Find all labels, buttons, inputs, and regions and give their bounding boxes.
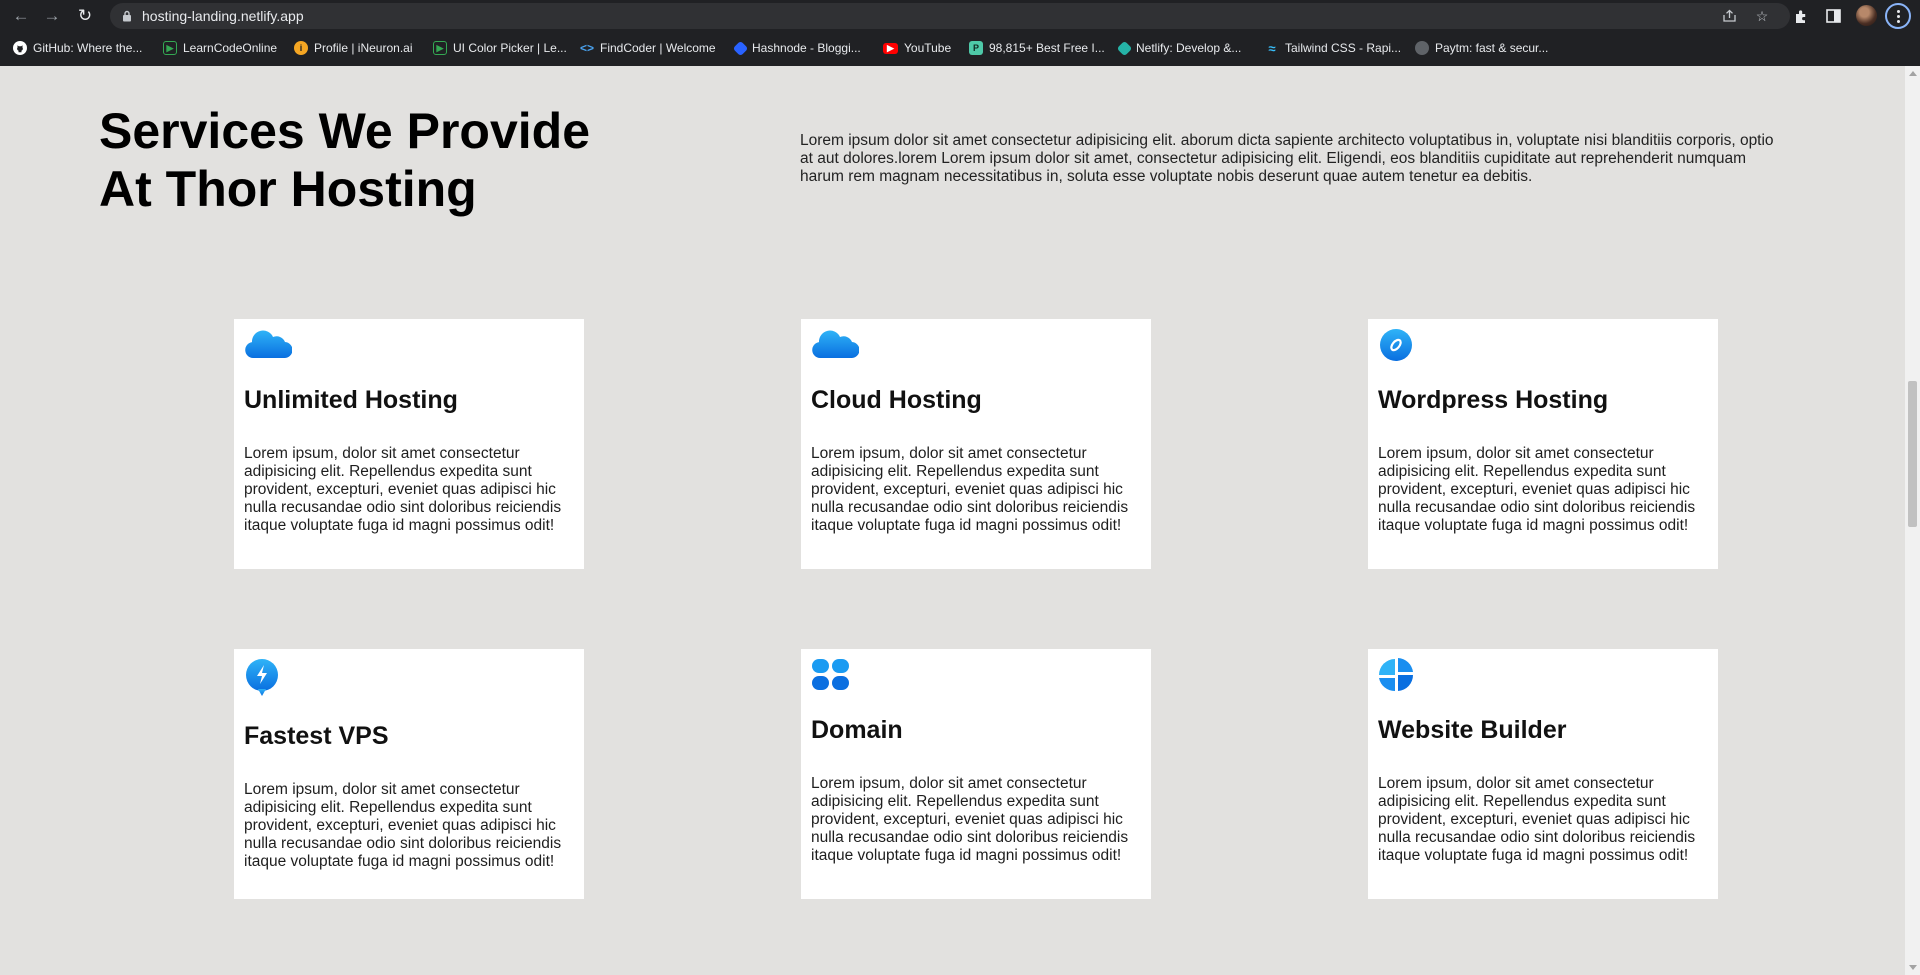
bookmark-item[interactable]: ▶ UI Color Picker | Le... bbox=[433, 39, 567, 57]
freepik-icon: P bbox=[969, 41, 983, 55]
service-description: Lorem ipsum, dolor sit amet consectetur … bbox=[244, 445, 562, 534]
browser-chrome: ← → ↻ hosting-landing.netlify.app ☆ GitH… bbox=[0, 0, 1920, 66]
scroll-down-icon[interactable] bbox=[1909, 965, 1917, 970]
lock-icon bbox=[123, 10, 131, 22]
service-title: Cloud Hosting bbox=[811, 386, 982, 414]
share-icon[interactable] bbox=[1720, 7, 1738, 25]
bookmark-item[interactable]: P 98,815+ Best Free I... bbox=[969, 39, 1105, 57]
extensions-icon[interactable] bbox=[1790, 5, 1812, 27]
service-card-fastest-vps: Fastest VPS Lorem ipsum, dolor sit amet … bbox=[234, 649, 584, 899]
globe-icon bbox=[1415, 41, 1429, 55]
tailwind-icon: ≈ bbox=[1268, 40, 1276, 56]
wordpress-icon bbox=[1380, 329, 1412, 361]
address-bar[interactable]: hosting-landing.netlify.app ☆ bbox=[110, 3, 1790, 29]
bookmark-star-icon[interactable]: ☆ bbox=[1753, 7, 1771, 25]
learncodeonline-icon: ▶ bbox=[163, 41, 177, 55]
url-text: hosting-landing.netlify.app bbox=[142, 8, 304, 24]
back-icon[interactable]: ← bbox=[10, 5, 32, 27]
browser-toolbar: ← → ↻ hosting-landing.netlify.app ☆ bbox=[0, 0, 1920, 32]
service-description: Lorem ipsum, dolor sit amet consectetur … bbox=[1378, 775, 1696, 864]
page-title: Services We Provide At Thor Hosting bbox=[99, 103, 591, 217]
scroll-up-icon[interactable] bbox=[1909, 71, 1917, 76]
pie-chart-icon bbox=[1379, 658, 1413, 692]
more-icon bbox=[1896, 14, 1900, 18]
bookmark-item[interactable]: <> FindCoder | Welcome bbox=[580, 39, 716, 57]
service-title: Wordpress Hosting bbox=[1378, 386, 1609, 414]
service-description: Lorem ipsum, dolor sit amet consectetur … bbox=[811, 445, 1129, 534]
service-card-cloud-hosting: Cloud Hosting Lorem ipsum, dolor sit ame… bbox=[801, 319, 1151, 569]
netlify-icon bbox=[1116, 40, 1133, 56]
findcoder-icon: <> bbox=[580, 41, 595, 55]
service-title: Domain bbox=[811, 716, 903, 744]
cloud-icon bbox=[245, 330, 293, 359]
side-panel-icon[interactable] bbox=[1822, 5, 1844, 27]
page-content: Services We Provide At Thor Hosting Lore… bbox=[0, 66, 1905, 975]
intro-paragraph: Lorem ipsum dolor sit amet consectetur a… bbox=[800, 132, 1774, 185]
browser-menu-button[interactable] bbox=[1885, 3, 1911, 29]
forward-icon[interactable]: → bbox=[41, 5, 63, 27]
service-card-website-builder: Website Builder Lorem ipsum, dolor sit a… bbox=[1368, 649, 1718, 899]
hashnode-icon bbox=[732, 40, 749, 56]
service-title: Unlimited Hosting bbox=[244, 386, 458, 414]
service-description: Lorem ipsum, dolor sit amet consectetur … bbox=[811, 775, 1129, 864]
service-title: Website Builder bbox=[1378, 716, 1567, 744]
bookmark-item[interactable]: GitHub: Where the... bbox=[13, 39, 142, 57]
bookmark-item[interactable]: Paytm: fast & secur... bbox=[1415, 39, 1548, 57]
service-card-wordpress-hosting: Wordpress Hosting Lorem ipsum, dolor sit… bbox=[1368, 319, 1718, 569]
service-description: Lorem ipsum, dolor sit amet consectetur … bbox=[244, 781, 562, 870]
youtube-icon: ▶ bbox=[883, 42, 898, 54]
service-card-domain: Domain Lorem ipsum, dolor sit amet conse… bbox=[801, 649, 1151, 899]
ineuron-icon: i bbox=[294, 41, 308, 55]
service-title: Fastest VPS bbox=[244, 722, 389, 750]
lightning-icon bbox=[246, 659, 278, 696]
bookmark-item[interactable]: ≈ Tailwind CSS - Rapi... bbox=[1265, 39, 1401, 57]
profile-avatar[interactable] bbox=[1856, 5, 1877, 26]
bookmark-item[interactable]: Hashnode - Bloggi... bbox=[732, 39, 861, 57]
reload-icon[interactable]: ↻ bbox=[74, 5, 96, 27]
ui-color-picker-icon: ▶ bbox=[433, 41, 447, 55]
scrollbar-thumb[interactable] bbox=[1908, 381, 1917, 527]
service-description: Lorem ipsum, dolor sit amet consectetur … bbox=[1378, 445, 1696, 534]
service-card-unlimited-hosting: Unlimited Hosting Lorem ipsum, dolor sit… bbox=[234, 319, 584, 569]
bookmark-item[interactable]: ▶ LearnCodeOnline bbox=[163, 39, 277, 57]
grid-icon bbox=[812, 659, 849, 690]
cloud-icon bbox=[812, 330, 860, 359]
bookmark-item[interactable]: ▶ YouTube bbox=[883, 39, 951, 57]
bookmark-item[interactable]: i Profile | iNeuron.ai bbox=[294, 39, 413, 57]
bookmarks-bar: GitHub: Where the... ▶ LearnCodeOnline i… bbox=[0, 36, 1920, 60]
github-icon bbox=[13, 41, 27, 55]
bookmark-item[interactable]: Netlify: Develop &... bbox=[1116, 39, 1241, 57]
vertical-scrollbar[interactable] bbox=[1905, 66, 1920, 975]
